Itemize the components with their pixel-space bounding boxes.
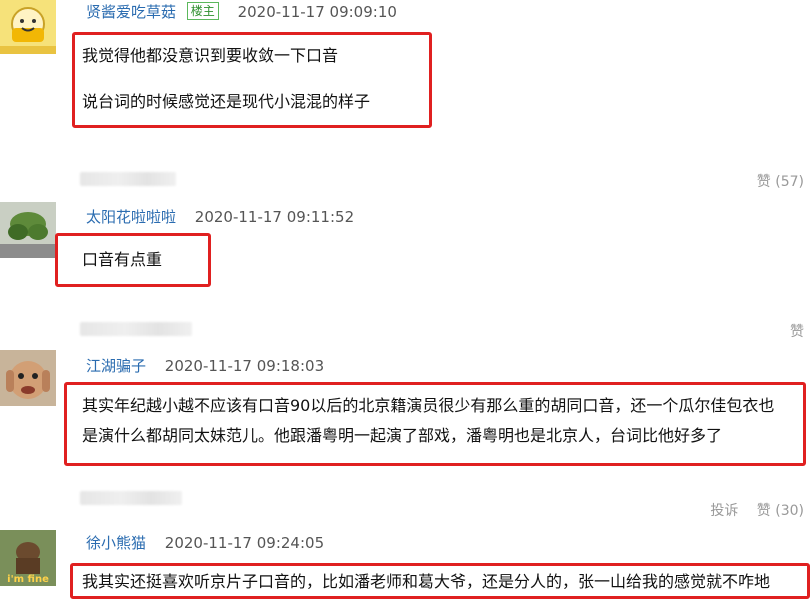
avatar-caption: i'm fine — [7, 574, 49, 585]
avatar[interactable] — [0, 202, 56, 258]
comment-line: 是演什么都胡同太妹范儿。他跟潘粤明一起演了部戏，潘粤明也是北京人，台词比他好多了 — [82, 426, 723, 445]
comment-meta: 太阳花啦啦啦 2020-11-17 09:11:52 — [86, 206, 354, 227]
username-link[interactable]: 贤酱爱吃草菇 — [86, 3, 176, 21]
comment-meta: 江湖骗子 2020-11-17 09:18:03 — [86, 355, 324, 376]
username-link[interactable]: 徐小熊猫 — [86, 534, 146, 552]
comment-4: i'm fine 徐小熊猫 2020-11-17 09:24:05 我其实还挺喜… — [0, 527, 812, 599]
like-button[interactable]: 赞 (57) — [757, 174, 804, 190]
comment-actions: 赞 — [776, 321, 804, 341]
username-link[interactable]: 太阳花啦啦啦 — [86, 208, 176, 226]
comment-meta: 贤酱爱吃草菇 楼主 2020-11-17 09:09:10 — [86, 1, 397, 22]
comment-actions: 投诉 赞 (30) — [696, 500, 804, 520]
blurred-reply — [80, 322, 192, 336]
comment-2: 太阳花啦啦啦 2020-11-17 09:11:52 口音有点重 赞 — [0, 200, 812, 345]
timestamp: 2020-11-17 09:24:05 — [164, 534, 325, 552]
timestamp: 2020-11-17 09:18:03 — [164, 357, 325, 375]
comment-line: 说台词的时候感觉还是现代小混混的样子 — [82, 92, 371, 111]
comment-line: 其实年纪越小越不应该有口音90以后的北京籍演员很少有那么重的胡同口音，还一个瓜尔… — [82, 396, 775, 415]
timestamp: 2020-11-17 09:11:52 — [194, 208, 355, 226]
op-badge: 楼主 — [186, 2, 219, 20]
comment-text: 我觉得他都没意识到要收敛一下口音 说台词的时候感觉还是现代小混混的样子 — [82, 38, 427, 120]
comment-line: 我觉得他都没意识到要收敛一下口音 — [82, 46, 339, 65]
username-link[interactable]: 江湖骗子 — [86, 357, 146, 375]
comment-text: 其实年纪越小越不应该有口音90以后的北京籍演员很少有那么重的胡同口音，还一个瓜尔… — [82, 391, 806, 451]
avatar[interactable] — [0, 350, 56, 406]
blurred-reply — [80, 491, 182, 505]
like-button[interactable]: 赞 — [790, 324, 804, 340]
blurred-reply — [80, 172, 176, 186]
comment-1: 贤酱爱吃草菇 楼主 2020-11-17 09:09:10 我觉得他都没意识到要… — [0, 0, 812, 200]
like-button[interactable]: 赞 (30) — [757, 503, 804, 519]
timestamp: 2020-11-17 09:09:10 — [237, 3, 397, 21]
avatar[interactable]: i'm fine — [0, 530, 56, 586]
comment-text: 我其实还挺喜欢听京片子口音的，比如潘老师和葛大爷，还是分人的，张一山给我的感觉就… — [82, 567, 804, 597]
report-button[interactable]: 投诉 — [710, 503, 738, 519]
comment-line: 我其实还挺喜欢听京片子口音的，比如潘老师和葛大爷，还是分人的，张一山给我的感觉就… — [82, 572, 771, 591]
comment-3: 江湖骗子 2020-11-17 09:18:03 其实年纪越小越不应该有口音90… — [0, 345, 812, 527]
comment-line: 口音有点重 — [82, 250, 163, 269]
comment-meta: 徐小熊猫 2020-11-17 09:24:05 — [86, 532, 324, 553]
avatar[interactable] — [0, 0, 56, 54]
comment-text: 口音有点重 — [82, 242, 202, 278]
comment-actions: 赞 (57) — [743, 171, 804, 191]
